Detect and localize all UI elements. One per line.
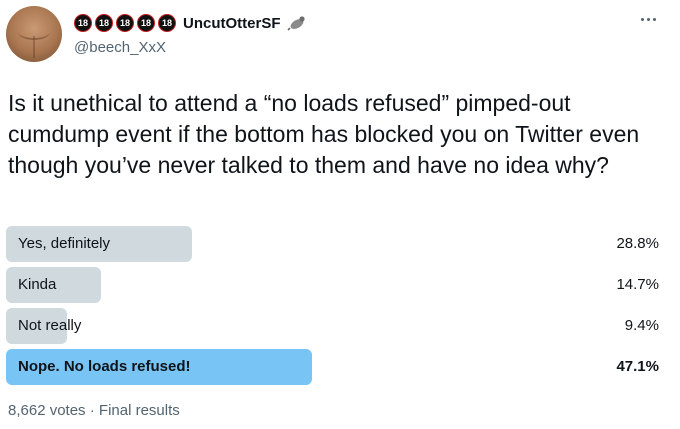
poll-option-label: Kinda: [18, 276, 57, 293]
handle[interactable]: @beech_XxX: [74, 39, 166, 56]
poll-option-percent: 9.4%: [624, 317, 659, 334]
more-options-icon[interactable]: [638, 16, 658, 22]
poll-option-percent: 47.1%: [616, 358, 659, 375]
vote-count: 8,662 votes: [8, 402, 86, 419]
poll-option: Kinda 14.7%: [6, 267, 669, 303]
separator: ·: [89, 402, 95, 419]
age-18-icon: 18: [74, 14, 92, 32]
poll-status: Final results: [98, 402, 180, 419]
poll-option-winner: Nope. No loads refused! 47.1%: [6, 349, 669, 385]
poll-option-label: Nope. No loads refused!: [18, 358, 191, 375]
age-18-icon: 18: [158, 14, 176, 32]
age-18-icon: 18: [116, 14, 134, 32]
poll-option-percent: 28.8%: [616, 235, 659, 252]
poll-option: Not really 9.4%: [6, 308, 669, 344]
poll-option-label: Not really: [18, 317, 82, 334]
author-name-row[interactable]: 18 18 18 18 18 UncutOtterSF: [74, 13, 307, 33]
age-18-icon: 18: [137, 14, 155, 32]
poll-option: Yes, definitely 28.8%: [6, 226, 669, 262]
otter-icon: [286, 16, 305, 31]
poll-footer: 8,662 votes · Final results: [8, 402, 180, 419]
tweet-text: Is it unethical to attend a “no loads re…: [8, 90, 640, 178]
display-name[interactable]: UncutOtterSF: [183, 15, 281, 32]
poll-option-percent: 14.7%: [616, 276, 659, 293]
age-18-icon: 18: [95, 14, 113, 32]
avatar[interactable]: [6, 6, 62, 62]
poll-option-label: Yes, definitely: [18, 235, 111, 252]
